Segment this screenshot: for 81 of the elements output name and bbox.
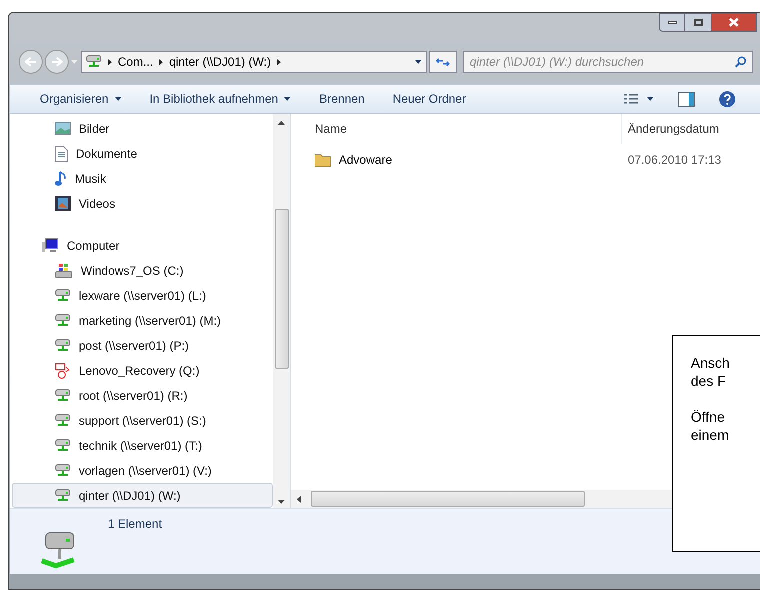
caret-icon	[415, 60, 422, 64]
navigation-item[interactable]: Computer	[12, 233, 273, 258]
help-icon	[719, 90, 736, 108]
scroll-left-icon	[297, 496, 301, 502]
network-drive-icon	[55, 388, 71, 402]
navigation-item[interactable]: qinter (\\DJ01) (W:)	[12, 483, 273, 508]
scroll-up-icon	[278, 121, 285, 125]
column-header[interactable]: Änderungsdatum	[621, 114, 720, 144]
navigation-item[interactable]: Windows7_OS (C:)	[12, 258, 273, 283]
address-bar[interactable]: Com... qinter (\\DJ01) (W:)	[81, 51, 427, 73]
scrollbar-thumb[interactable]	[311, 491, 585, 507]
toolbar-button[interactable]: In Bibliothek aufnehmen	[142, 87, 300, 111]
network-drive-icon	[55, 464, 71, 478]
navigation-item[interactable]: Bilder	[12, 116, 273, 141]
callout-text: Ansch	[691, 354, 730, 372]
caret-icon	[284, 97, 292, 101]
network-drive-icon	[86, 55, 102, 69]
navigation-item[interactable]: Dokumente	[12, 141, 273, 166]
film-icon	[55, 196, 71, 211]
recovery-drive-icon	[55, 362, 71, 378]
preview-pane-button[interactable]	[678, 92, 695, 106]
toolbar-button[interactable]: Neuer Ordner	[384, 87, 474, 111]
search-icon	[735, 56, 747, 68]
search-field[interactable]: qinter (\\DJ01) (W:) durchsuchen	[463, 51, 753, 73]
computer-icon	[41, 238, 59, 254]
network-drive-icon	[55, 438, 71, 452]
navigation-item[interactable]: Videos	[12, 191, 273, 216]
network-drive-icon	[55, 488, 71, 502]
back-arrow-icon	[25, 57, 37, 67]
list-view-icon	[623, 93, 639, 105]
item-count: 1 Element	[108, 516, 162, 533]
navigation-item[interactable]: support (\\server01) (S:)	[12, 408, 273, 433]
network-drive-icon	[55, 314, 71, 328]
chevron-icon	[277, 58, 282, 66]
column-header[interactable]: Name	[291, 114, 621, 144]
pane-icon	[678, 92, 695, 106]
scroll-down-icon	[278, 500, 285, 504]
navigation-item[interactable]: lexware (\\server01) (L:)	[12, 283, 273, 308]
callout-text: des F	[691, 372, 726, 390]
close-icon	[729, 18, 739, 27]
windows-drive-icon	[55, 262, 73, 278]
navigation-item[interactable]: technik (\\server01) (T:)	[12, 433, 273, 458]
maximize-button[interactable]	[685, 13, 711, 32]
folder-icon	[315, 153, 331, 167]
back-button[interactable]	[19, 50, 43, 74]
chevron-icon	[159, 58, 164, 66]
file-date: 07.06.2010 17:13	[627, 152, 722, 169]
forward-button[interactable]	[45, 50, 69, 74]
navigation-item[interactable]: post (\\server01) (P:)	[12, 333, 273, 358]
help-button[interactable]	[719, 90, 736, 108]
vertical-scrollbar[interactable]	[273, 114, 290, 508]
breadcrumb-item[interactable]: Com...	[118, 53, 154, 71]
close-button[interactable]	[711, 13, 757, 32]
forward-arrow-icon	[51, 57, 63, 67]
caret-icon	[647, 97, 654, 101]
navigation-item[interactable]: marketing (\\server01) (M:)	[12, 308, 273, 333]
network-drive-icon	[55, 338, 71, 352]
navigation-item[interactable]: root (\\server01) (R:)	[12, 383, 273, 408]
view-options-button[interactable]	[623, 93, 654, 105]
chevron-icon	[108, 58, 112, 66]
file-row[interactable]: Advoware 07.06.2010 17:13	[291, 148, 760, 172]
callout-text: Öffne	[691, 408, 725, 426]
navigation-item[interactable]: Lenovo_Recovery (Q:)	[12, 358, 273, 383]
file-name: Advoware	[339, 152, 392, 169]
navigation-item[interactable]: vorlagen (\\server01) (V:)	[12, 458, 273, 483]
toolbar-button[interactable]: Organisieren	[32, 87, 130, 111]
refresh-arrows-icon	[436, 57, 450, 67]
navigation-item[interactable]: Musik	[12, 166, 273, 191]
callout-text: einem	[691, 426, 730, 444]
document-icon	[55, 146, 68, 162]
scrollbar-thumb[interactable]	[274, 209, 288, 369]
picture-icon	[55, 122, 71, 135]
network-drive-icon	[55, 288, 71, 302]
refresh-button[interactable]	[429, 51, 457, 73]
toolbar-button[interactable]: Brennen	[311, 87, 373, 111]
network-drive-icon	[55, 414, 71, 428]
caret-icon	[71, 60, 78, 64]
music-note-icon	[55, 170, 67, 186]
breadcrumb-item[interactable]: qinter (\\DJ01) (W:)	[169, 53, 272, 71]
caret-icon	[114, 97, 122, 101]
minimize-button[interactable]	[659, 13, 685, 32]
